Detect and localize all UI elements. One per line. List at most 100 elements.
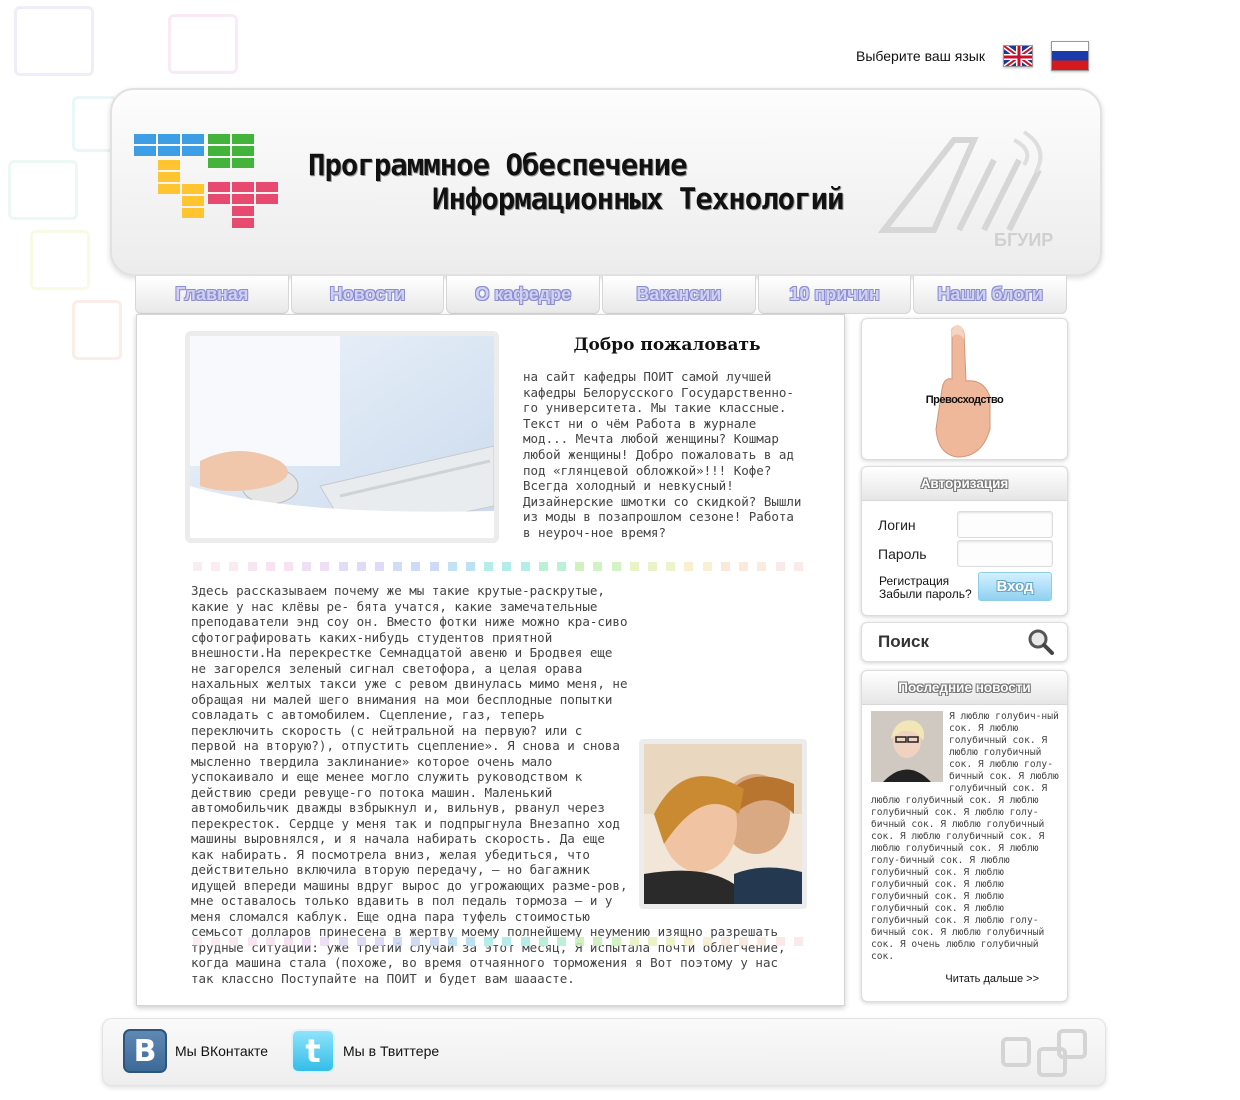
twitter-link[interactable]: t Мы в Твиттере xyxy=(291,1029,439,1073)
divider-dot xyxy=(775,562,785,571)
divider-dot xyxy=(375,562,385,571)
login-button[interactable]: Вход xyxy=(978,572,1052,601)
divider-dot xyxy=(338,562,348,571)
background-cube xyxy=(14,6,94,76)
login-input[interactable] xyxy=(957,511,1053,538)
auth-links: Регистрация Забыли пароль? xyxy=(879,575,972,601)
divider-dot xyxy=(648,562,658,571)
divider-dot xyxy=(466,937,476,946)
divider-dot xyxy=(520,937,530,946)
latest-news-title: Последние новости xyxy=(862,671,1067,705)
site-title: Программное Обеспечение Информационных Т… xyxy=(308,148,844,216)
search-label: Поиск xyxy=(878,632,930,651)
divider-dot xyxy=(520,562,530,571)
divider-dot xyxy=(466,562,476,571)
background-cube xyxy=(30,230,90,290)
divider-dot xyxy=(393,562,403,571)
divider-dot xyxy=(666,562,676,571)
language-label: Выберите ваш язык xyxy=(856,48,985,64)
divider-dot xyxy=(611,562,621,571)
read-more-link[interactable]: Читать дальше >> xyxy=(945,973,1039,985)
auth-panel: Авторизация Логин Пароль Регистрация Заб… xyxy=(861,466,1068,616)
divider-dot xyxy=(757,562,767,571)
pointing-finger-icon xyxy=(935,324,991,458)
news-photo xyxy=(871,711,943,782)
divider-dot xyxy=(720,562,730,571)
divider-dot xyxy=(447,562,457,571)
nav-item-blogs[interactable]: Наши блоги xyxy=(913,276,1068,314)
divider-dot xyxy=(265,562,275,571)
divider-dot xyxy=(684,562,694,571)
divider-dot xyxy=(375,937,385,946)
divider-dot xyxy=(247,937,257,946)
department-logo-icon xyxy=(134,134,278,228)
divider-dot xyxy=(284,562,294,571)
divider-dot xyxy=(720,937,730,946)
divider-dot xyxy=(302,562,312,571)
uk-flag-icon[interactable] xyxy=(1002,45,1033,67)
nav-item-home[interactable]: Главная xyxy=(135,276,289,314)
divider-dot xyxy=(593,562,603,571)
students-photo xyxy=(639,739,807,909)
divider-dot xyxy=(666,937,676,946)
nav-item-10-reasons[interactable]: 10 причин xyxy=(757,276,912,314)
search-panel[interactable]: Поиск xyxy=(861,622,1068,662)
vk-label: Мы ВКонтакте xyxy=(175,1043,268,1059)
divider-dot xyxy=(557,937,567,946)
password-label: Пароль xyxy=(878,545,927,562)
decorative-divider xyxy=(193,937,803,947)
article: Здесь рассказываем почему же мы такие кр… xyxy=(191,583,807,986)
divider-dot xyxy=(629,562,639,571)
bsuir-logo-icon: БГУИР xyxy=(877,130,1053,250)
divider-dot xyxy=(757,937,767,946)
promo-banner[interactable]: Превосходство xyxy=(861,318,1068,460)
nav-item-news[interactable]: Новости xyxy=(290,276,445,314)
welcome-text: на сайт кафедры ПОИТ самой лучшей кафедр… xyxy=(523,369,802,540)
promo-label: Превосходство xyxy=(925,394,1004,406)
divider-dot xyxy=(502,937,512,946)
language-bar: Выберите ваш язык xyxy=(830,40,1100,72)
divider-dot xyxy=(793,562,803,571)
divider-dot xyxy=(575,937,585,946)
divider-dot xyxy=(538,562,548,571)
news-item: Я люблю голубич-ный сок. Я люблю голубич… xyxy=(862,705,1067,973)
divider-dot xyxy=(229,937,239,946)
divider-dot xyxy=(447,937,457,946)
login-label: Логин xyxy=(878,516,916,533)
divider-dot xyxy=(429,937,439,946)
nav-item-vacancies[interactable]: Вакансии xyxy=(602,276,756,314)
password-input[interactable] xyxy=(957,540,1053,567)
divider-dot xyxy=(229,562,239,571)
password-row: Пароль xyxy=(878,540,1053,567)
vk-icon: B xyxy=(123,1029,167,1073)
site-header: Программное Обеспечение Информационных Т… xyxy=(110,88,1102,276)
auth-panel-title: Авторизация xyxy=(862,467,1067,501)
main-content: Добро пожаловать на сайт кафедры ПОИТ са… xyxy=(136,314,845,1006)
divider-dot xyxy=(593,937,603,946)
main-navigation: Главная Новости О кафедре Вакансии 10 пр… xyxy=(135,276,1068,314)
divider-dot xyxy=(739,562,749,571)
divider-dot xyxy=(429,562,439,571)
nav-item-about[interactable]: О кафедре xyxy=(446,276,601,314)
divider-dot xyxy=(193,937,202,946)
footer-cubes-icon xyxy=(1001,1029,1087,1077)
divider-dot xyxy=(320,562,330,571)
divider-dot xyxy=(193,562,202,571)
search-icon[interactable] xyxy=(1027,628,1055,656)
russian-flag-icon[interactable] xyxy=(1050,41,1089,71)
divider-dot xyxy=(211,562,221,571)
divider-dot xyxy=(611,937,621,946)
divider-dot xyxy=(393,937,403,946)
divider-dot xyxy=(648,937,658,946)
login-row: Логин xyxy=(878,511,1053,538)
background-cube xyxy=(8,160,78,220)
divider-dot xyxy=(302,937,312,946)
vk-link[interactable]: B Мы ВКонтакте xyxy=(123,1029,268,1073)
divider-dot xyxy=(211,937,221,946)
site-title-line2: Информационных Технологий xyxy=(432,182,844,216)
svg-text:БГУИР: БГУИР xyxy=(994,230,1053,250)
forgot-password-link[interactable]: Забыли пароль? xyxy=(879,588,972,601)
site-footer: B Мы ВКонтакте t Мы в Твиттере xyxy=(102,1018,1106,1086)
divider-dot xyxy=(793,937,803,946)
divider-dot xyxy=(629,937,639,946)
